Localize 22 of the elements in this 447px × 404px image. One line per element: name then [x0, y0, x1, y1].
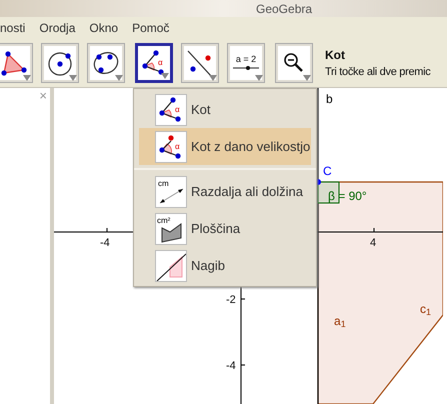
tick-label: 4 [370, 236, 376, 251]
menu-item[interactable]: Nagib [139, 247, 311, 284]
menu-item[interactable]: α Kot [139, 91, 311, 128]
object-label: b [326, 91, 333, 108]
menu-item[interactable]: α Kot z dano velikostjo [139, 128, 311, 165]
menu-item[interactable]: Pomoč [132, 19, 170, 37]
menu-item[interactable]: cm Razdalja ali dolžina [139, 173, 311, 210]
menu-item[interactable]: cm² Ploščina [139, 210, 311, 247]
object-label: c$_{1}$ [420, 301, 432, 318]
tool-button[interactable]: α [135, 43, 173, 83]
menu-item[interactable]: Okno [89, 19, 118, 37]
object-label: C [323, 163, 332, 180]
tool-name: Kot [325, 46, 346, 64]
menu-item[interactable]: nosti [0, 19, 26, 37]
window-title: GeoGebra [256, 2, 312, 14]
object-label: a$_{1}$ [334, 313, 346, 330]
tool-button[interactable]: a = 2 [227, 43, 265, 83]
tick-label: -2 [226, 293, 236, 308]
tool-help-text: Tri točke ali dve premic [325, 64, 430, 80]
tick-label: -4 [226, 359, 236, 374]
tick-label: -4 [100, 236, 110, 251]
menu-item[interactable]: Orodja [39, 19, 76, 37]
